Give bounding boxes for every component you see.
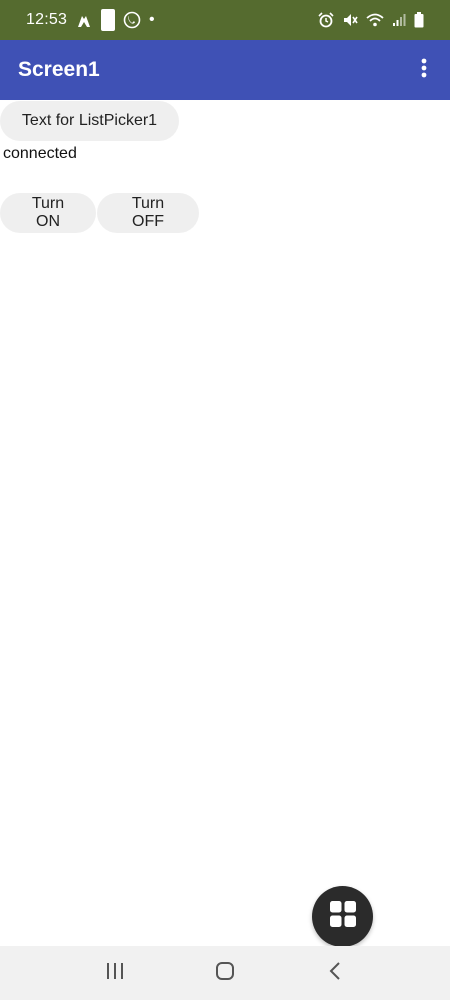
status-bar: 12:53 • [0, 0, 450, 40]
back-icon [328, 961, 342, 986]
turn-on-button[interactable]: Turn ON [0, 193, 96, 233]
grid-icon [329, 900, 357, 933]
app-bar: Screen1 [0, 40, 450, 100]
wifi-icon [366, 12, 384, 28]
turn-off-button[interactable]: Turn OFF [97, 193, 199, 233]
alarm-icon [318, 12, 334, 28]
status-time: 12:53 [26, 11, 68, 28]
status-right-group [318, 12, 424, 28]
home-button[interactable] [205, 953, 245, 993]
more-vert-icon [421, 58, 427, 83]
status-left-group: 12:53 • [26, 9, 155, 31]
connection-status-label: connected [3, 145, 77, 162]
button-row: Turn ON Turn OFF [0, 193, 199, 233]
listpicker-button[interactable]: Text for ListPicker1 [0, 101, 179, 141]
overflow-menu-button[interactable] [410, 50, 438, 90]
home-icon [215, 961, 235, 986]
system-nav-bar [0, 946, 450, 1000]
page-title: Screen1 [18, 58, 100, 81]
phone-icon [123, 11, 141, 29]
status-dot: • [149, 11, 155, 28]
floating-action-button[interactable] [312, 886, 373, 947]
mute-icon [342, 12, 358, 28]
battery-icon [414, 12, 424, 28]
recents-icon [105, 962, 125, 985]
hands-icon [75, 12, 93, 28]
white-rectangle-icon [101, 9, 116, 31]
signal-icon [392, 13, 406, 27]
back-button[interactable] [315, 953, 355, 993]
recents-button[interactable] [95, 953, 135, 993]
